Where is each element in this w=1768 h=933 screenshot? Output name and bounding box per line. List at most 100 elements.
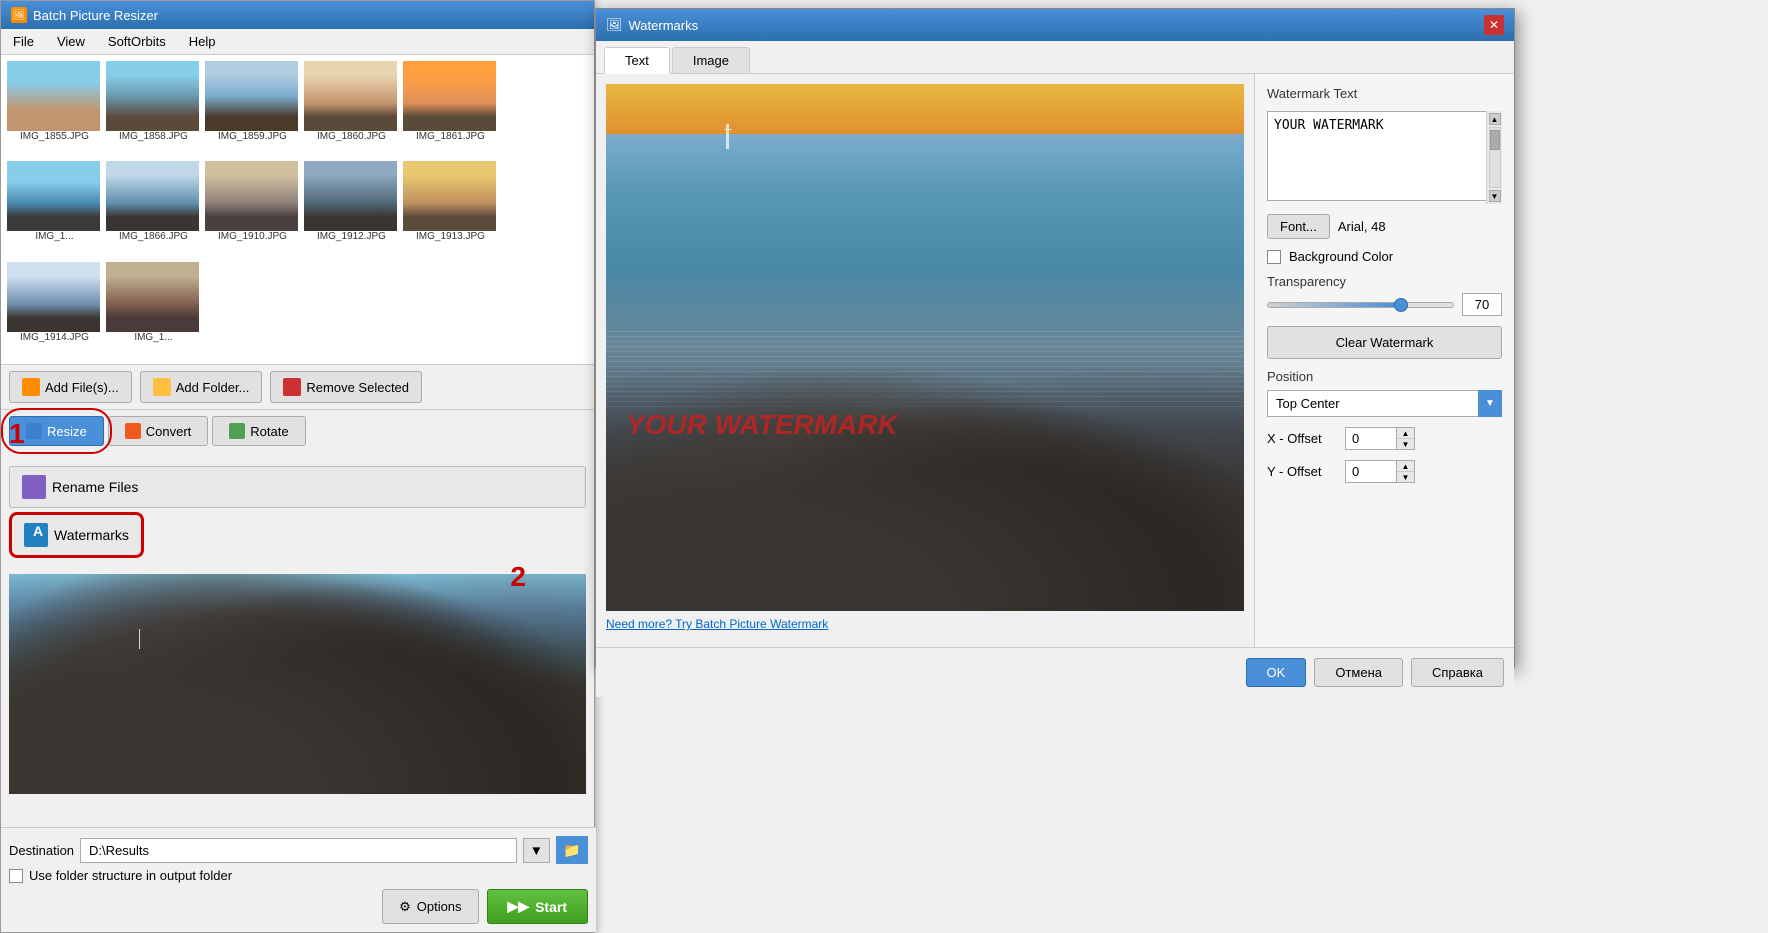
thumb-image [205, 61, 298, 131]
preview-rocks [9, 574, 586, 794]
watermarks-button[interactable]: A Watermarks [9, 512, 144, 558]
menu-file[interactable]: File [9, 32, 38, 51]
ok-label: OK [1267, 665, 1286, 680]
use-folder-checkbox[interactable] [9, 869, 23, 883]
options-button[interactable]: ⚙ Options [382, 889, 478, 924]
add-folder-button[interactable]: Add Folder... [140, 371, 263, 403]
cancel-button[interactable]: Отмена [1314, 658, 1403, 687]
remove-icon [283, 378, 301, 396]
destination-dropdown[interactable]: ▼ [523, 838, 550, 863]
scroll-up-button[interactable]: ▲ [1489, 113, 1501, 125]
thumbnail-item[interactable]: IMG_1913.JPG [403, 161, 498, 257]
thumb-label: IMG_1855.JPG [7, 131, 102, 142]
convert-icon [125, 423, 141, 439]
start-icon: ▶▶ [508, 898, 530, 915]
thumb-image [304, 161, 397, 231]
rename-files-button[interactable]: Rename Files [9, 466, 586, 508]
app-icon: 🖼 [11, 7, 27, 23]
destination-folder-button[interactable]: 📁 [556, 836, 588, 864]
thumbnail-item[interactable]: IMG_1... [7, 161, 102, 257]
slider-thumb[interactable] [1394, 298, 1408, 312]
dialog-titlebar-left: 🖼 Watermarks [606, 17, 698, 33]
add-folder-label: Add Folder... [176, 380, 250, 395]
menu-view[interactable]: View [53, 32, 89, 51]
thumb-image [7, 262, 100, 332]
thumbnail-item[interactable]: IMG_1912.JPG [304, 161, 399, 257]
thumbnail-item[interactable]: IMG_1866.JPG [106, 161, 201, 257]
thumb-image [106, 262, 199, 332]
tab-rotate[interactable]: Rotate [212, 416, 305, 446]
transparency-slider[interactable] [1267, 302, 1454, 308]
x-offset-down[interactable]: ▼ [1397, 439, 1414, 449]
thumb-image [403, 161, 496, 231]
cancel-label: Отмена [1335, 665, 1382, 680]
thumbnail-item[interactable]: IMG_1859.JPG [205, 61, 300, 157]
thumbnail-item[interactable]: IMG_1910.JPG [205, 161, 300, 257]
bottom-buttons: ⚙ Options ▶▶ Start [9, 889, 588, 924]
slider-fill [1268, 303, 1398, 307]
remove-selected-label: Remove Selected [306, 380, 409, 395]
y-offset-up[interactable]: ▲ [1397, 461, 1414, 472]
tab-text[interactable]: Text [604, 47, 670, 74]
add-files-button[interactable]: Add File(s)... [9, 371, 132, 403]
scroll-thumb[interactable] [1490, 130, 1500, 150]
preview-area [9, 574, 586, 794]
scroll-down-button[interactable]: ▼ [1489, 190, 1501, 202]
add-folder-icon [153, 378, 171, 396]
rename-label: Rename Files [52, 479, 138, 495]
folder-icon: 📁 [563, 842, 580, 859]
batch-titlebar: 🖼 Batch Picture Resizer [1, 1, 594, 29]
thumbnail-item[interactable]: IMG_1855.JPG [7, 61, 102, 157]
preview-boat [139, 629, 147, 649]
x-offset-input[interactable] [1346, 428, 1396, 449]
watermark-icon: A [24, 523, 48, 547]
thumbnail-item[interactable]: IMG_1858.JPG [106, 61, 201, 157]
boat-mast [726, 124, 729, 149]
tab-resize[interactable]: Resize [9, 416, 104, 446]
menu-help[interactable]: Help [185, 32, 220, 51]
gear-icon: ⚙ [399, 899, 411, 915]
watermarks-button-wrapper: A Watermarks 2 [9, 512, 586, 558]
watermarks-label: Watermarks [54, 527, 129, 543]
thumbnail-item[interactable]: IMG_1860.JPG [304, 61, 399, 157]
y-offset-down[interactable]: ▼ [1397, 472, 1414, 482]
thumb-label: IMG_1914.JPG [7, 332, 102, 343]
watermarks-dialog: 🖼 Watermarks ✕ Text Image [595, 8, 1515, 668]
clear-watermark-button[interactable]: Clear Watermark [1267, 326, 1502, 359]
transparency-row: Transparency [1267, 274, 1502, 316]
thumbnail-item[interactable]: IMG_1914.JPG [7, 262, 102, 358]
destination-input[interactable] [80, 838, 517, 863]
x-offset-up[interactable]: ▲ [1397, 428, 1414, 439]
y-offset-spinners: ▲ ▼ [1396, 461, 1414, 482]
ok-button[interactable]: OK [1246, 658, 1307, 687]
dialog-titlebar: 🖼 Watermarks ✕ [596, 9, 1514, 41]
thumbnail-item[interactable]: IMG_1861.JPG [403, 61, 498, 157]
dialog-footer: OK Отмена Справка [596, 647, 1514, 697]
position-select-wrapper: Top LeftTop CenterTop RightCenter LeftCe… [1267, 390, 1502, 417]
watermark-text-label: Watermark Text [1267, 86, 1502, 101]
font-button[interactable]: Font... [1267, 214, 1330, 239]
tab-image-label: Image [693, 53, 729, 68]
transparency-value[interactable] [1462, 293, 1502, 316]
thumbnail-item[interactable]: IMG_1... [106, 262, 201, 358]
tab-convert[interactable]: Convert [108, 416, 209, 446]
thumb-image [304, 61, 397, 131]
main-toolbar: Add File(s)... Add Folder... Remove Sele… [1, 365, 594, 410]
scroll-track [1489, 127, 1501, 188]
remove-selected-button[interactable]: Remove Selected [270, 371, 422, 403]
dialog-close-button[interactable]: ✕ [1484, 15, 1504, 35]
watermark-text-input[interactable] [1267, 111, 1502, 201]
tab-image[interactable]: Image [672, 47, 750, 73]
dialog-body: YOUR WATERMARK Need more? Try Batch Pict… [596, 74, 1514, 647]
batch-watermark-link[interactable]: Need more? Try Batch Picture Watermark [606, 611, 1244, 637]
start-button[interactable]: ▶▶ Start [487, 889, 588, 924]
resize-tab-wrapper: Resize [9, 416, 104, 446]
menu-softorbits[interactable]: SoftOrbits [104, 32, 170, 51]
position-select[interactable]: Top LeftTop CenterTop RightCenter LeftCe… [1267, 390, 1502, 417]
bg-color-checkbox[interactable] [1267, 250, 1281, 264]
bg-color-row: Background Color [1267, 249, 1502, 264]
help-button[interactable]: Справка [1411, 658, 1504, 687]
dialog-tabs: Text Image [596, 41, 1514, 74]
y-offset-input[interactable] [1346, 461, 1396, 482]
thumb-image [7, 161, 100, 231]
